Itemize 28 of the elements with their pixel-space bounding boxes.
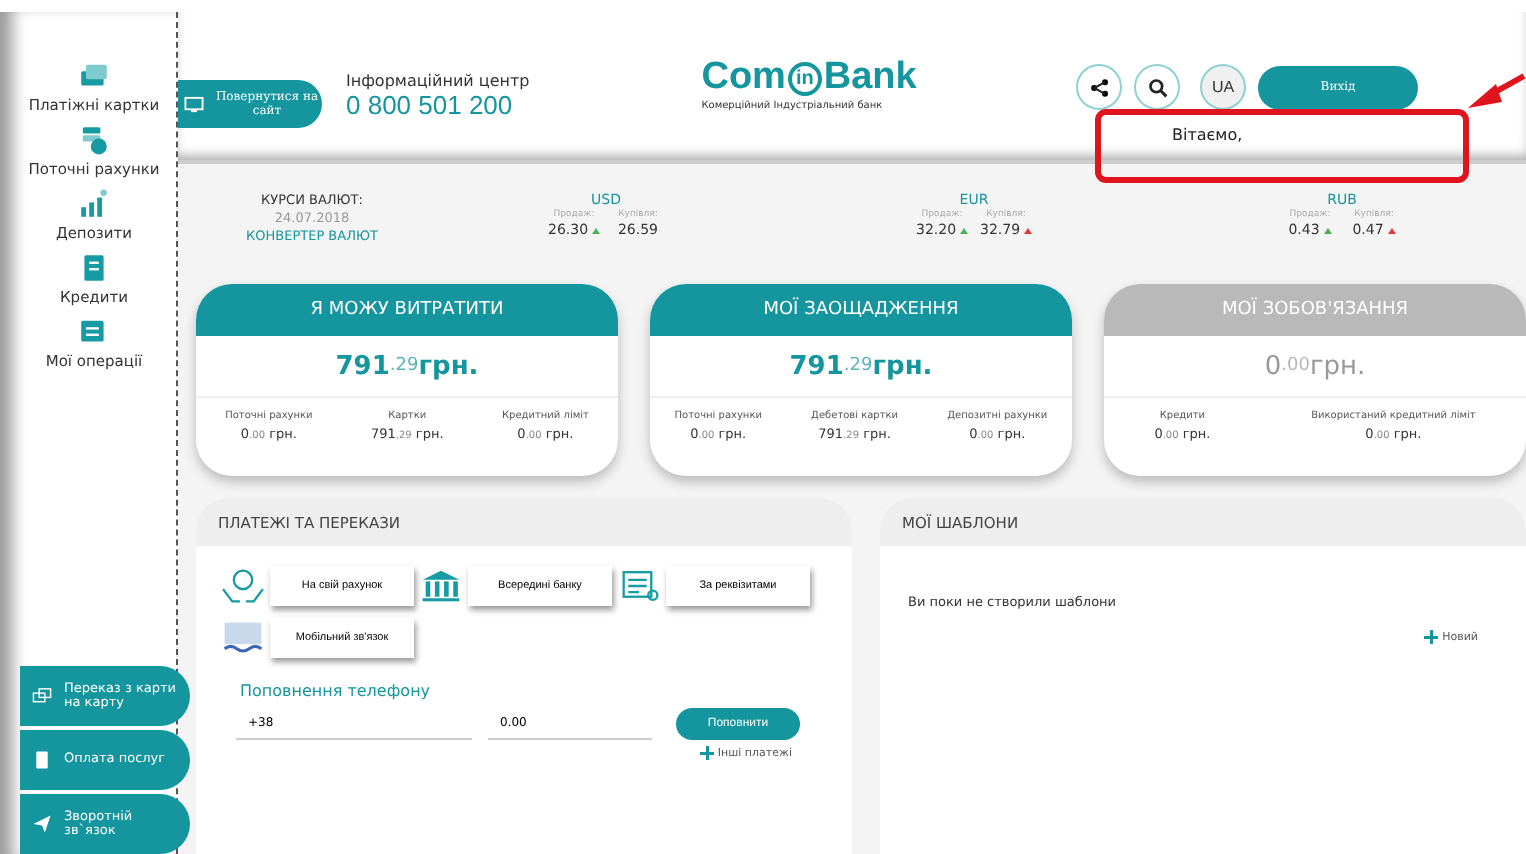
language-button[interactable]: UA bbox=[1200, 64, 1246, 110]
greeting-text: Вітаємо, bbox=[1172, 126, 1243, 144]
bank-icon bbox=[418, 566, 464, 606]
card-total: 0.00грн. bbox=[1104, 336, 1526, 398]
phone-number: 0 800 501 200 bbox=[346, 90, 515, 120]
search-button[interactable] bbox=[1134, 64, 1180, 110]
list-icon bbox=[77, 316, 110, 348]
card-header: МОЇ ЗАОЩАДЖЕННЯ bbox=[650, 284, 1072, 336]
annotation-arrow bbox=[1468, 73, 1526, 108]
mobile-icon bbox=[220, 618, 266, 658]
card-total: 791.29грн. bbox=[650, 336, 1072, 398]
coins-icon bbox=[78, 124, 110, 156]
card-total: 791.29грн. bbox=[196, 336, 618, 398]
monitor-icon bbox=[184, 95, 204, 113]
share-icon bbox=[1089, 77, 1109, 97]
share-button[interactable] bbox=[1076, 64, 1122, 110]
plus-icon bbox=[699, 746, 714, 760]
card-header: Я МОЖУ ВИТРАТИТИ bbox=[196, 284, 618, 336]
topup-title: Поповнення телефону bbox=[240, 682, 433, 700]
chart-icon bbox=[77, 188, 110, 220]
cards-icon bbox=[78, 60, 110, 92]
search-icon bbox=[1147, 77, 1167, 97]
card-header: МОЇ ЗОБОВ'ЯЗАННЯ bbox=[1104, 284, 1526, 336]
info-center-label: Інформаційний центр bbox=[346, 72, 530, 90]
plus-icon bbox=[1424, 630, 1439, 644]
cards-icon bbox=[32, 686, 52, 706]
send-icon bbox=[32, 814, 52, 834]
receipt-icon bbox=[32, 750, 52, 770]
